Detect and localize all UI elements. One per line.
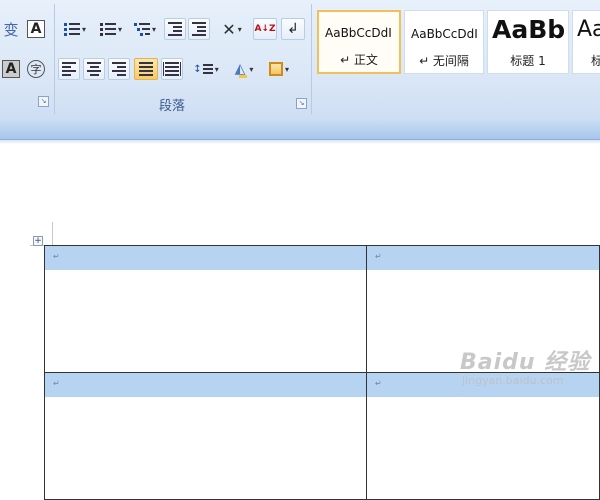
style-name: 标: [591, 52, 600, 69]
watermark-url: jingyan.baidu.com: [462, 374, 564, 387]
align-left-button[interactable]: [58, 58, 80, 80]
numbering-icon: [99, 22, 116, 36]
decrease-indent-icon: [168, 22, 182, 36]
character-border-icon: A: [27, 20, 45, 38]
line-spacing-icon: [202, 64, 213, 74]
style-name: ↵ 正文: [340, 53, 378, 67]
chinese-layout-icon: ✕: [222, 19, 236, 39]
watermark: Baidu 经验 jingyan.baidu.com: [440, 336, 600, 396]
bullets-button[interactable]: ▾: [58, 18, 92, 40]
align-center-button[interactable]: [83, 58, 105, 80]
watermark-brand: Baidu 经验: [460, 350, 591, 375]
style-heading-2[interactable]: Aa 标: [572, 10, 600, 74]
cell-paragraph-mark: ↵: [45, 246, 367, 270]
sort-button[interactable]: A↓Z: [253, 18, 277, 40]
group-separator: [54, 4, 55, 114]
style-normal[interactable]: AaBbCcDdI ↵ 正文: [317, 10, 401, 74]
paragraph-mark-icon: ↲: [287, 21, 299, 37]
increase-indent-icon: [192, 22, 206, 36]
bullets-icon: [63, 22, 80, 36]
distributed-icon: [163, 62, 181, 76]
phonetic-glyph: 变: [3, 20, 19, 39]
margin-corner-mark: [52, 222, 53, 246]
ribbon-bottom-band: [0, 117, 600, 140]
font-style-button[interactable]: 变: [0, 18, 22, 40]
table-cell[interactable]: ↵: [43, 372, 368, 500]
paragraph-dialog-launcher[interactable]: ↘: [296, 98, 307, 109]
chinese-layout-button[interactable]: ✕ ▾: [216, 18, 248, 40]
justify-icon: [139, 62, 153, 76]
character-shading-icon: A: [2, 60, 20, 78]
enclose-character-button[interactable]: 字: [24, 58, 48, 80]
enclose-character-icon: 字: [27, 60, 45, 78]
distributed-button[interactable]: [161, 58, 183, 80]
align-left-icon: [62, 62, 76, 76]
style-sample: AaBbCcDdI: [325, 26, 392, 40]
justify-button[interactable]: [134, 58, 158, 80]
line-spacing-button[interactable]: ↕ ▾: [189, 58, 223, 80]
shading-button[interactable]: ◭ ▾: [227, 58, 261, 80]
style-no-spacing[interactable]: AaBbCcDdI ↵ 无间隔: [404, 10, 484, 74]
font-dialog-launcher[interactable]: ↘: [38, 96, 49, 107]
table-move-handle[interactable]: +: [33, 236, 43, 246]
borders-icon: [268, 62, 283, 76]
table-cell[interactable]: ↵: [43, 245, 368, 373]
character-border-button[interactable]: A: [24, 18, 48, 40]
multilevel-list-button[interactable]: ▾: [130, 18, 160, 40]
character-shading-button[interactable]: A: [0, 58, 22, 80]
style-name: 标题 1: [510, 54, 546, 68]
style-name: ↵ 无间隔: [419, 54, 469, 68]
style-gallery: AaBbCcDdI ↵ 正文 AaBbCcDdI ↵ 无间隔 AaBb 标题 1…: [316, 10, 600, 76]
decrease-indent-button[interactable]: [164, 18, 186, 40]
cell-paragraph-mark: ↵: [45, 373, 367, 397]
increase-indent-button[interactable]: [188, 18, 210, 40]
group-separator: [311, 4, 312, 114]
style-sample: Aa: [577, 17, 600, 42]
multilevel-list-icon: [133, 22, 150, 36]
align-right-button[interactable]: [108, 58, 130, 80]
show-marks-button[interactable]: ↲: [281, 18, 305, 40]
cell-paragraph-mark: ↵: [367, 246, 599, 270]
style-sample: AaBbCcDdI: [411, 27, 478, 41]
borders-button[interactable]: ▾: [262, 58, 296, 80]
style-sample: AaBb: [492, 15, 566, 44]
align-right-icon: [112, 62, 126, 76]
align-center-icon: [87, 62, 101, 76]
paragraph-group-label: 段落: [158, 99, 185, 114]
style-heading-1[interactable]: AaBb 标题 1: [487, 10, 569, 74]
ribbon: 变 A A 字 ↘ ▾ ▾ ▾ ✕ ▾ A↓Z ↲ ↕ ▾ ◭ ▾ ▾ 段落 ↘…: [0, 0, 600, 118]
numbering-button[interactable]: ▾: [94, 18, 128, 40]
sort-icon: A↓Z: [254, 23, 276, 34]
